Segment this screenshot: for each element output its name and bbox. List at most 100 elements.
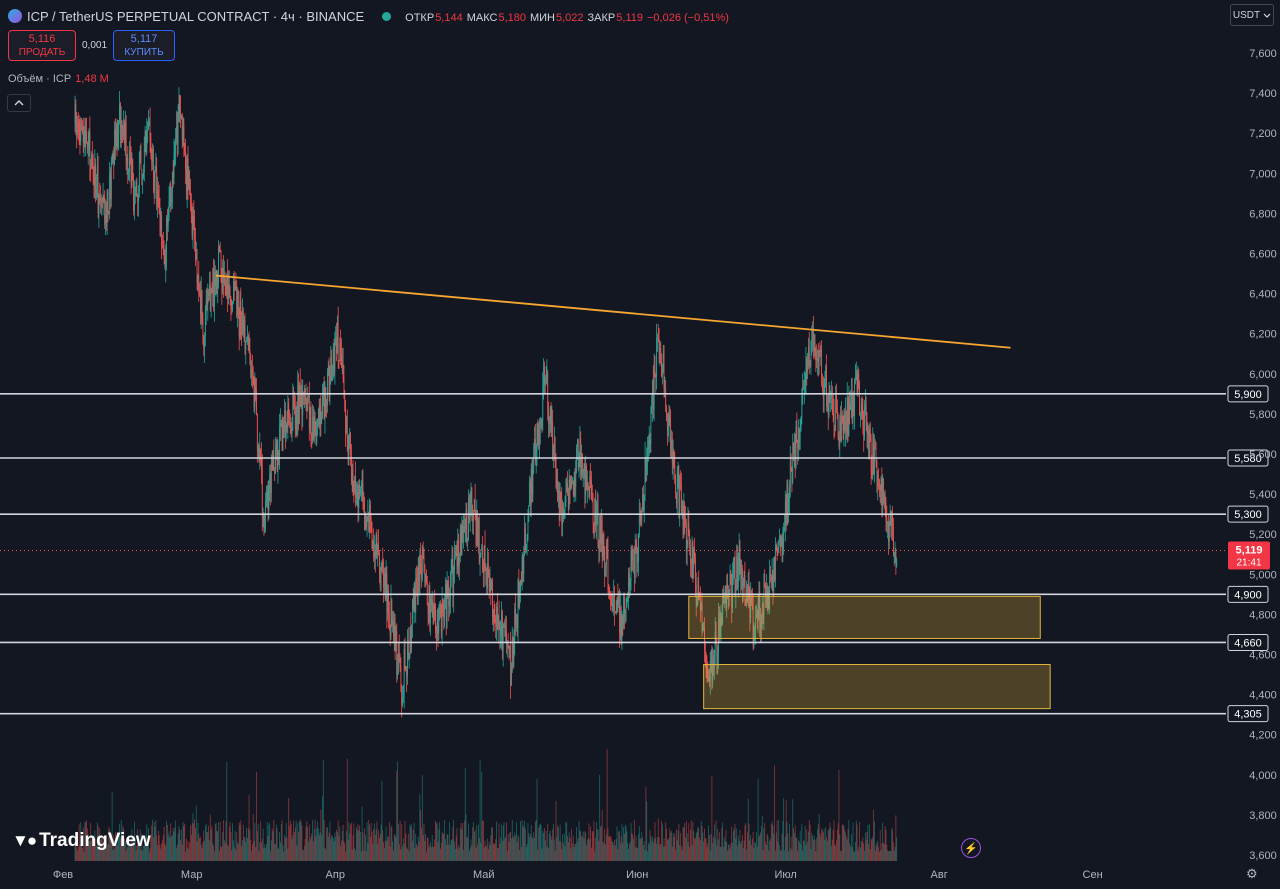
tradingview-logo[interactable]: ▼● TradingView xyxy=(12,830,151,852)
candle-body xyxy=(448,586,450,607)
volume-bar xyxy=(197,822,199,861)
volume-bar xyxy=(439,821,441,861)
collapse-button[interactable] xyxy=(7,94,31,112)
volume-bar xyxy=(875,845,877,861)
volume-bar xyxy=(693,831,695,861)
candle-body xyxy=(158,197,160,214)
volume-bar xyxy=(582,831,584,861)
volume-bar xyxy=(542,830,544,861)
candle-body xyxy=(436,622,438,636)
price-chart[interactable]: 5,9005,5805,3004,9004,6604,305 5,11921:4… xyxy=(0,0,1280,889)
candle-body xyxy=(279,427,280,459)
volume-bar xyxy=(365,835,366,861)
volume-bar xyxy=(483,847,485,861)
volume-bar xyxy=(210,829,212,861)
candle-body xyxy=(115,129,116,147)
candle-body xyxy=(802,387,804,394)
candle-body xyxy=(844,413,846,432)
volume-bar xyxy=(727,850,728,861)
sell-button[interactable]: 5,116 ПРОДАТЬ xyxy=(8,30,76,61)
candle-body xyxy=(362,483,364,495)
volume-bar xyxy=(491,827,493,861)
candle-body xyxy=(184,150,186,153)
candle-body xyxy=(361,483,363,486)
volume-bar xyxy=(564,846,566,861)
candle-body xyxy=(382,561,384,571)
candle-body xyxy=(242,309,243,336)
candle-body xyxy=(666,408,667,421)
candle-body xyxy=(882,478,884,515)
candle-body xyxy=(259,448,261,462)
candle-body xyxy=(839,420,841,446)
candle-body xyxy=(369,504,371,520)
candle-body xyxy=(895,552,897,568)
buy-button[interactable]: 5,117 КУПИТЬ xyxy=(113,30,176,61)
currency-selector[interactable]: USDT xyxy=(1230,4,1274,26)
candle-body xyxy=(400,666,402,689)
candle-body xyxy=(529,481,530,506)
volume-bar xyxy=(629,841,631,861)
support-zones xyxy=(688,595,1051,710)
candle-body xyxy=(799,429,801,443)
candle-body xyxy=(88,131,90,147)
volume-bar xyxy=(621,823,623,861)
volume-bar xyxy=(739,829,741,861)
candle-body xyxy=(633,558,635,577)
volume-bar xyxy=(434,839,436,861)
price-axis[interactable]: 3,6003,8004,0004,2004,4004,6004,8005,000… xyxy=(1249,48,1277,862)
flash-icon[interactable]: ⚡ xyxy=(961,838,981,858)
candle-body xyxy=(206,300,208,305)
candle-body xyxy=(655,374,657,378)
volume-bar xyxy=(341,840,342,861)
candle-body xyxy=(130,159,132,185)
candle-body xyxy=(355,496,357,498)
candle-body xyxy=(319,405,321,425)
candle-body xyxy=(337,322,339,361)
volume-bar xyxy=(192,813,194,861)
gear-icon[interactable]: ⚙ xyxy=(1246,866,1258,882)
volume-bar xyxy=(421,775,423,861)
candle-body xyxy=(164,257,166,268)
candle-body xyxy=(549,407,551,420)
volume-bar xyxy=(874,850,876,861)
candle-body xyxy=(580,438,582,476)
candle-body xyxy=(811,341,813,353)
candle-body xyxy=(568,480,570,510)
volume-bar xyxy=(855,820,857,861)
candle-body xyxy=(204,335,205,348)
candle-body xyxy=(657,337,659,339)
volume-bar xyxy=(425,834,427,861)
volume-bar xyxy=(374,835,376,861)
volume-bar xyxy=(299,819,301,861)
volume-bar xyxy=(664,846,666,861)
volume-bar xyxy=(643,845,644,861)
candle-body xyxy=(269,473,271,491)
time-axis[interactable]: Фев Мар Апр Май Июн Июл Авг Сен xyxy=(53,869,1103,881)
volume-bar xyxy=(291,838,293,861)
volume-bar xyxy=(690,829,691,861)
volume-bar xyxy=(426,851,427,861)
candle-body xyxy=(428,585,430,614)
volume-bar xyxy=(626,831,628,861)
currency-label: USDT xyxy=(1232,9,1261,21)
volume-bar xyxy=(456,827,458,861)
candle-body xyxy=(866,425,868,435)
candle-body xyxy=(831,392,833,410)
symbol-title[interactable]: ICP / TetherUS PERPETUAL CONTRACT · 4ч ·… xyxy=(27,9,364,24)
candle-body xyxy=(399,658,401,667)
candle-body xyxy=(821,349,823,383)
volume-bar xyxy=(337,820,339,861)
candle-body xyxy=(78,130,80,132)
candle-body xyxy=(822,390,824,399)
volume-bar xyxy=(435,820,436,861)
candle-body xyxy=(728,588,729,595)
volume-bar xyxy=(163,826,165,861)
candle-body xyxy=(610,599,612,603)
volume-bar xyxy=(185,851,186,861)
candle-body xyxy=(244,320,246,350)
candle-body xyxy=(442,602,444,611)
candle-body xyxy=(795,426,797,467)
volume-bar xyxy=(845,836,847,861)
candle-body xyxy=(411,625,412,648)
volume-bar xyxy=(344,843,346,861)
